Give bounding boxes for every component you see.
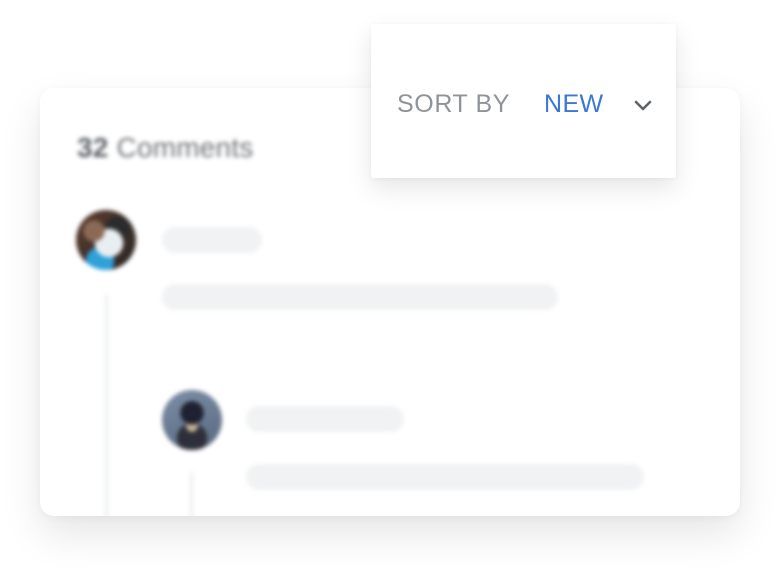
comments-count: 32: [77, 132, 109, 163]
thread-line: [105, 294, 108, 516]
reply-thread-line: [190, 472, 193, 516]
reply-author-placeholder: [246, 406, 404, 432]
sort-by-label: SORT BY: [397, 90, 511, 118]
sort-dropdown[interactable]: SORT BY NEW: [371, 24, 676, 178]
page: 32 Comments SORT BY NEW: [0, 0, 780, 578]
reply-body-placeholder: [246, 464, 644, 490]
comment-avatar[interactable]: [76, 210, 136, 270]
comments-label: Comments: [116, 132, 254, 163]
reply-avatar[interactable]: [162, 390, 222, 450]
sort-selected-value[interactable]: NEW: [544, 90, 604, 119]
comment-body-placeholder: [162, 284, 558, 310]
chevron-down-icon[interactable]: [631, 94, 655, 118]
comment-author-placeholder: [162, 227, 262, 253]
comments-header: 32 Comments: [77, 132, 254, 164]
